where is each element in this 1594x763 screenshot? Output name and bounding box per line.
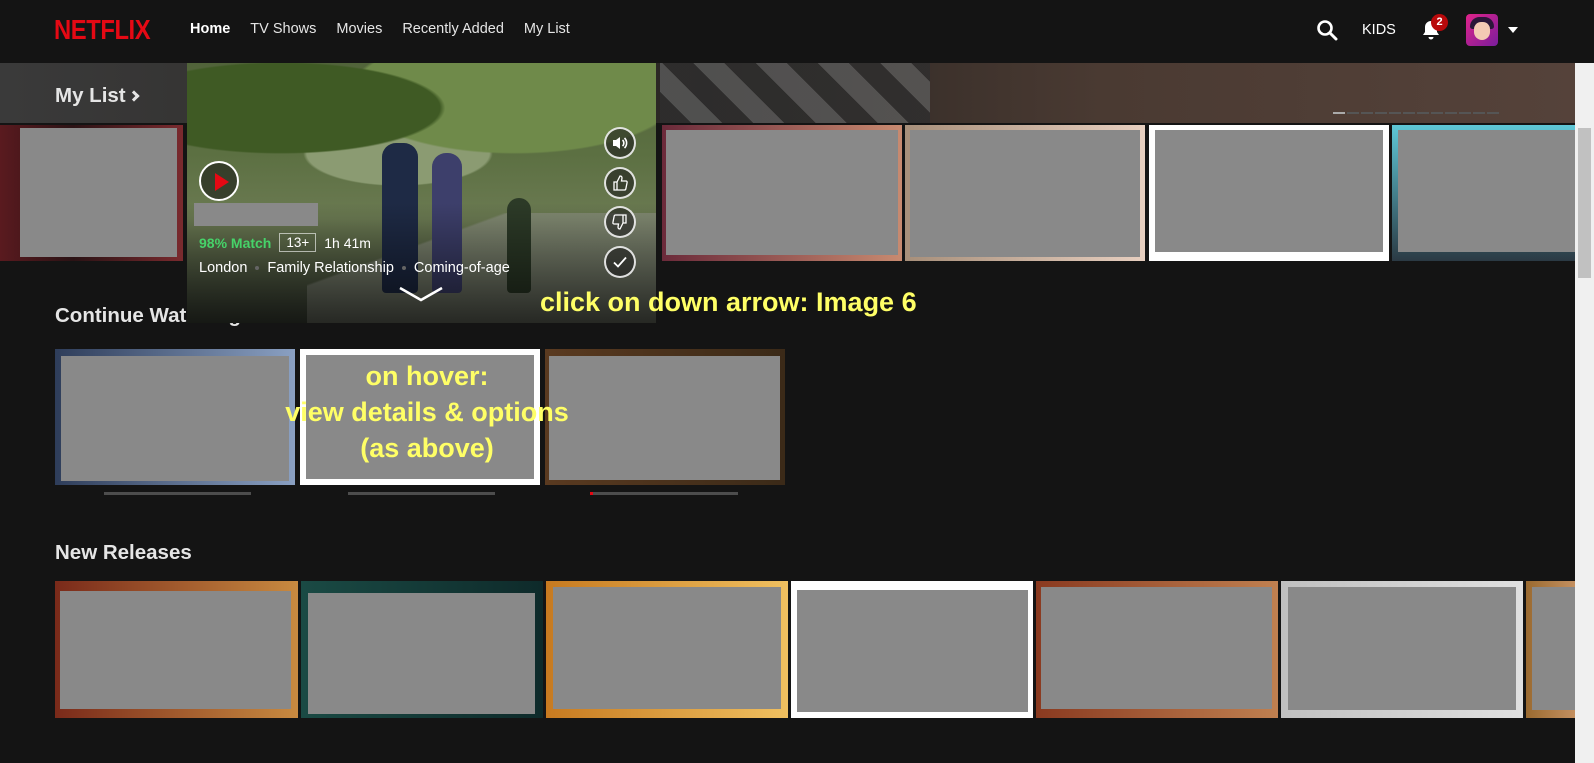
tile-thumbnail	[666, 130, 898, 255]
thumbs-up-button[interactable]	[604, 167, 636, 199]
tile-thumbnail	[61, 356, 289, 481]
new-release-tile[interactable]	[546, 581, 788, 718]
top-navigation-bar: NETFLIX Home TV Shows Movies Recently Ad…	[0, 0, 1594, 63]
play-icon	[215, 173, 229, 191]
tile-thumbnail	[553, 587, 781, 709]
play-button[interactable]	[199, 161, 239, 201]
nav-recently-added[interactable]: Recently Added	[402, 21, 504, 37]
tag-separator	[401, 266, 406, 270]
checkmark-icon	[613, 256, 627, 268]
tile-thumbnail	[1155, 130, 1383, 252]
title-logo-placeholder	[194, 203, 318, 226]
match-score: 98% Match	[199, 234, 272, 251]
in-my-list-button[interactable]	[604, 246, 636, 278]
search-icon[interactable]	[1316, 19, 1338, 41]
maturity-rating: 13+	[279, 233, 317, 252]
title-metadata: 98% Match 13+ 1h 41m	[199, 233, 371, 252]
tile-thumbnail	[910, 130, 1140, 257]
genre-tags: London Family Relationship Coming-of-age	[199, 260, 510, 276]
speaker-icon	[613, 137, 628, 149]
watch-progress-bar	[104, 492, 251, 495]
hero-pager[interactable]	[1333, 112, 1499, 114]
nav-my-list[interactable]: My List	[524, 21, 570, 37]
new-release-tile[interactable]	[301, 581, 543, 718]
scrollbar-thumb[interactable]	[1578, 128, 1591, 278]
new-release-tile[interactable]	[1281, 581, 1523, 718]
nav-movies[interactable]: Movies	[336, 21, 382, 37]
continue-watching-tile[interactable]	[55, 349, 295, 485]
tile-thumbnail	[20, 128, 177, 257]
tile-thumbnail	[1532, 587, 1575, 710]
audio-toggle-button[interactable]	[604, 127, 636, 159]
tile-thumbnail	[60, 591, 291, 709]
tile-thumbnail	[1288, 587, 1516, 710]
profile-avatar[interactable]	[1466, 14, 1498, 46]
my-list-tile[interactable]	[1392, 125, 1575, 261]
netflix-logo[interactable]: NETFLIX	[54, 14, 151, 46]
my-list-tile[interactable]	[0, 125, 183, 261]
notification-badge: 2	[1431, 14, 1448, 31]
new-release-tile[interactable]	[791, 581, 1033, 718]
new-release-tile[interactable]	[1526, 581, 1575, 718]
watch-progress-bar	[590, 492, 738, 495]
my-list-tile[interactable]	[905, 125, 1145, 261]
annotation-hover-line: on hover:	[365, 361, 489, 391]
page-scrollbar[interactable]	[1575, 0, 1594, 763]
hero-backdrop-pattern	[660, 63, 930, 123]
tag-separator	[255, 266, 260, 270]
netflix-home-page: NETFLIX Home TV Shows Movies Recently Ad…	[0, 0, 1594, 763]
new-release-tile[interactable]	[1036, 581, 1278, 718]
primary-nav: Home TV Shows Movies Recently Added My L…	[190, 21, 570, 37]
genre-tag: Family Relationship	[267, 260, 394, 276]
chevron-down-icon[interactable]	[397, 285, 445, 303]
genre-tag: London	[199, 260, 248, 276]
annotation-hover: on hover: view details & options (as abo…	[262, 358, 592, 466]
thumbs-down-button[interactable]	[604, 206, 636, 238]
kids-link[interactable]: KIDS	[1362, 22, 1396, 38]
row-title-new-releases[interactable]: New Releases	[55, 541, 192, 565]
annotation-hover-line: (as above)	[360, 433, 494, 463]
runtime: 1h 41m	[324, 234, 371, 251]
row-title-my-list-label: My List	[55, 84, 126, 107]
thumbs-down-icon	[612, 214, 627, 230]
chevron-right-icon	[127, 90, 140, 102]
my-list-tile[interactable]	[1149, 125, 1389, 261]
annotation-down-arrow: click on down arrow: Image 6	[540, 287, 917, 317]
my-list-tile[interactable]	[662, 125, 902, 261]
thumbs-up-icon	[613, 175, 628, 191]
genre-tag: Coming-of-age	[413, 260, 510, 276]
row-title-my-list[interactable]: My List	[55, 84, 140, 108]
new-release-tile[interactable]	[55, 581, 298, 718]
profile-caret-icon[interactable]	[1508, 27, 1518, 33]
tile-thumbnail	[308, 593, 535, 714]
tile-thumbnail	[1041, 587, 1272, 709]
tile-thumbnail	[797, 590, 1028, 712]
annotation-hover-line: view details & options	[285, 397, 569, 427]
tile-thumbnail	[1398, 130, 1575, 252]
nav-tv-shows[interactable]: TV Shows	[250, 21, 316, 37]
watch-progress-bar	[348, 492, 495, 495]
nav-home[interactable]: Home	[190, 21, 230, 37]
